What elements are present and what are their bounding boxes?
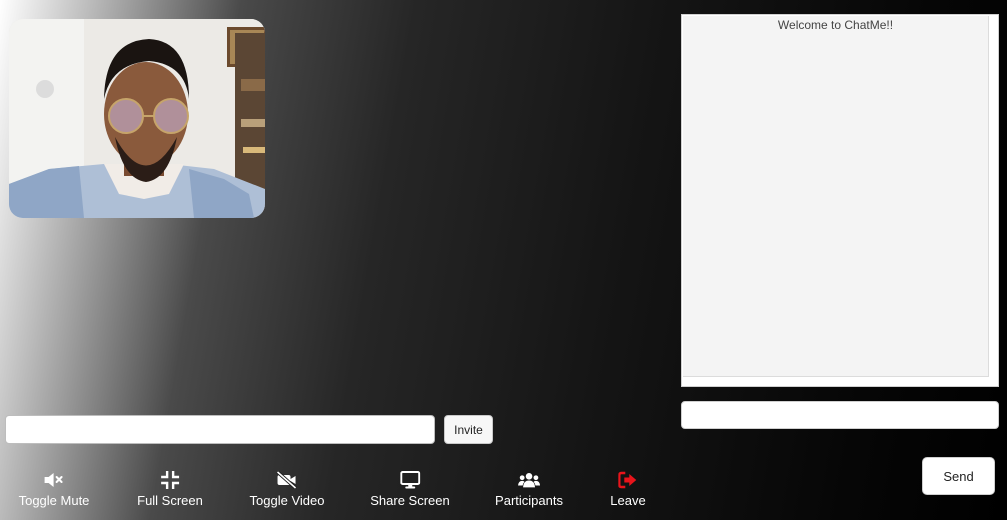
toggle-mute-button[interactable]: Toggle Mute xyxy=(18,470,90,514)
local-video-tile[interactable] xyxy=(9,19,265,218)
chat-message-input[interactable] xyxy=(681,401,999,429)
leave-label: Leave xyxy=(610,493,646,508)
leave-button[interactable]: Leave xyxy=(610,470,646,514)
webcam-feed xyxy=(9,19,265,218)
send-button[interactable]: Send xyxy=(922,457,995,495)
volume-mute-icon xyxy=(43,470,65,490)
toggle-mute-label: Toggle Mute xyxy=(18,493,90,508)
welcome-message: Welcome to ChatMe!! xyxy=(777,18,894,32)
compress-icon xyxy=(159,470,181,490)
chat-messages[interactable]: Welcome to ChatMe!! xyxy=(683,16,989,377)
toggle-video-button[interactable]: Toggle Video xyxy=(249,470,325,514)
full-screen-button[interactable]: Full Screen xyxy=(137,470,203,514)
toggle-video-label: Toggle Video xyxy=(249,493,325,508)
chat-panel: Welcome to ChatMe!! xyxy=(681,14,999,387)
participants-button[interactable]: Participants xyxy=(495,470,563,514)
video-off-icon xyxy=(276,470,298,490)
desktop-icon xyxy=(399,470,421,490)
call-controls: Toggle Mute Full Screen Toggle Video Sha… xyxy=(0,470,670,520)
users-icon xyxy=(517,470,540,490)
sign-out-icon xyxy=(617,470,639,490)
invite-button[interactable]: Invite xyxy=(444,415,493,444)
share-screen-button[interactable]: Share Screen xyxy=(370,470,450,514)
share-screen-label: Share Screen xyxy=(370,493,450,508)
full-screen-label: Full Screen xyxy=(137,493,203,508)
invite-input[interactable] xyxy=(5,415,435,444)
participants-label: Participants xyxy=(495,493,563,508)
